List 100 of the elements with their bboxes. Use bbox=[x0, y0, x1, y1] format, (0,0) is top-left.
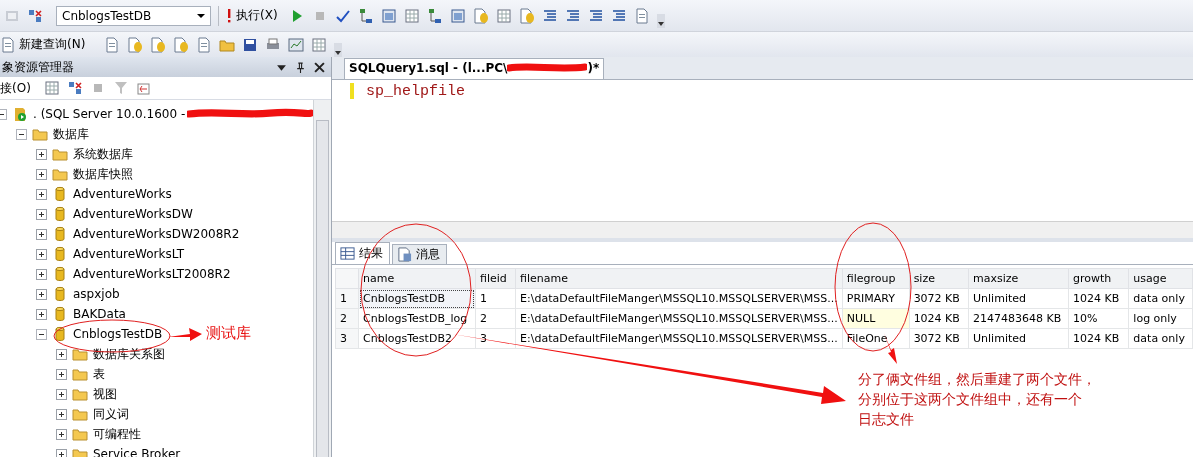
expander-icon[interactable] bbox=[36, 248, 47, 260]
expander-icon[interactable] bbox=[36, 188, 47, 200]
tree-item[interactable]: BAKData bbox=[73, 307, 126, 321]
grid-icon bbox=[340, 246, 355, 261]
table-cell[interactable]: 1024 KB bbox=[909, 308, 969, 329]
database-icon bbox=[52, 226, 68, 242]
tree-item[interactable]: AdventureWorksLT bbox=[73, 247, 185, 261]
connect-icon[interactable] bbox=[27, 7, 43, 24]
database-icon bbox=[52, 326, 68, 342]
exclamation-icon bbox=[226, 8, 232, 23]
tab-suffix: )* bbox=[587, 61, 600, 75]
expander-icon[interactable] bbox=[36, 308, 47, 320]
tree-item[interactable]: 同义词 bbox=[93, 405, 129, 423]
tree-item[interactable]: AdventureWorksLT2008R2 bbox=[73, 267, 231, 281]
expander-icon[interactable] bbox=[56, 448, 67, 457]
editor-tab[interactable]: SQLQuery1.sql - (l...PC\ )* bbox=[344, 58, 605, 79]
folder-icon bbox=[72, 406, 88, 422]
tree-item[interactable]: 数据库 bbox=[53, 125, 89, 143]
tree-item[interactable]: 系统数据库 bbox=[73, 145, 133, 163]
database-icon bbox=[52, 306, 68, 322]
table-cell[interactable]: data only bbox=[1128, 288, 1193, 309]
table-cell[interactable]: FileOne bbox=[842, 328, 910, 349]
tree-item[interactable]: CnblogsTestDB bbox=[73, 327, 163, 341]
document-icon[interactable] bbox=[196, 36, 213, 53]
row-number: 2 bbox=[335, 308, 359, 329]
expander-icon[interactable] bbox=[36, 328, 47, 340]
expander-icon[interactable] bbox=[16, 128, 27, 140]
table-cell[interactable]: Unlimited bbox=[968, 328, 1069, 349]
tree-item[interactable]: . (SQL Server 10.0.1600 - bbox=[33, 107, 186, 121]
table-cell[interactable]: E:\dataDefaultFileManger\MSSQL10.MSSQLSERVER\MSS... bbox=[515, 308, 843, 329]
chart-icon[interactable] bbox=[288, 36, 305, 53]
tree-item[interactable]: 数据库快照 bbox=[73, 165, 133, 183]
expander-icon[interactable] bbox=[56, 388, 67, 400]
results-tab[interactable]: 消息 bbox=[392, 244, 447, 264]
expander-icon[interactable] bbox=[36, 288, 47, 300]
table-cell[interactable]: 1 bbox=[475, 288, 516, 309]
document-icon[interactable] bbox=[104, 36, 121, 53]
table-cell[interactable]: 1024 KB bbox=[1068, 288, 1129, 309]
expander-icon[interactable] bbox=[36, 208, 47, 220]
annotation-note: 分了俩文件组，然后重建了两个文件， bbox=[858, 370, 1096, 389]
column-header[interactable]: name bbox=[358, 268, 476, 289]
results-tab[interactable]: 结果 bbox=[335, 242, 390, 264]
tree-item[interactable]: 可编程性 bbox=[93, 425, 141, 443]
execute-button[interactable]: 执行(X) bbox=[226, 4, 282, 27]
column-header[interactable]: size bbox=[909, 268, 969, 289]
table-cell[interactable]: 2147483648 KB bbox=[968, 308, 1069, 329]
code-line[interactable]: sp_helpfile bbox=[366, 83, 466, 100]
close-icon[interactable] bbox=[314, 61, 325, 73]
disconnect-icon[interactable] bbox=[66, 80, 83, 96]
folder-icon bbox=[32, 126, 48, 142]
table-cell[interactable]: 10% bbox=[1068, 308, 1129, 329]
server-icon bbox=[12, 106, 28, 122]
table-cell[interactable]: data only bbox=[1128, 328, 1193, 349]
table-cell[interactable]: 1024 KB bbox=[1068, 328, 1129, 349]
panel-title: 象资源管理器 bbox=[1, 58, 75, 76]
tree-item[interactable]: AdventureWorksDW bbox=[73, 207, 193, 221]
table-cell[interactable]: E:\dataDefaultFileManger\MSSQL10.MSSQLSERVER\MSS... bbox=[515, 288, 843, 309]
overflow-icon[interactable] bbox=[656, 13, 665, 28]
connect-button[interactable]: 接(O) bbox=[0, 79, 37, 97]
tree-item[interactable]: 表 bbox=[93, 365, 105, 383]
column-header[interactable]: filegroup bbox=[842, 268, 910, 289]
folder-icon bbox=[72, 386, 88, 402]
overflow-icon[interactable] bbox=[334, 42, 343, 57]
tree-item[interactable]: AdventureWorksDW2008R2 bbox=[73, 227, 240, 241]
expander-icon[interactable] bbox=[36, 148, 47, 160]
tree-item[interactable]: AdventureWorks bbox=[73, 187, 172, 201]
save-icon[interactable] bbox=[242, 36, 259, 53]
expander-icon[interactable] bbox=[36, 268, 47, 280]
expander-icon[interactable] bbox=[56, 368, 67, 380]
tree-item[interactable]: aspxjob bbox=[73, 287, 120, 301]
row-number: 3 bbox=[335, 328, 359, 349]
table-cell[interactable]: 3072 KB bbox=[909, 288, 969, 309]
caret-icon bbox=[197, 13, 205, 18]
new-query-button[interactable]: 新建查询(N) bbox=[0, 33, 90, 56]
table-cell[interactable]: PRIMARY bbox=[842, 288, 910, 309]
database-icon bbox=[52, 266, 68, 282]
table-cell[interactable]: CnblogsTestDB2 bbox=[358, 328, 476, 349]
expander-icon[interactable] bbox=[56, 428, 67, 440]
tab-title: SQLQuery1.sql - (l...PC\ bbox=[349, 61, 508, 75]
expander-icon[interactable] bbox=[36, 168, 47, 180]
database-dropdown[interactable]: CnblogsTestDB bbox=[56, 5, 211, 26]
expander-icon[interactable] bbox=[36, 228, 47, 240]
table-cell[interactable]: CnblogsTestDB_log bbox=[358, 308, 476, 329]
column-header[interactable]: usage bbox=[1128, 268, 1193, 289]
row-number: 1 bbox=[335, 288, 359, 309]
tree-item[interactable]: 视图 bbox=[93, 385, 117, 403]
table-cell[interactable]: E:\dataDefaultFileManger\MSSQL10.MSSQLSERVER\MSS... bbox=[515, 328, 843, 349]
database-icon bbox=[52, 206, 68, 222]
table-cell[interactable]: 2 bbox=[475, 308, 516, 329]
column-header[interactable]: maxsize bbox=[968, 268, 1069, 289]
expander-icon[interactable] bbox=[56, 348, 67, 360]
table-cell[interactable]: log only bbox=[1128, 308, 1193, 329]
column-header[interactable]: growth bbox=[1068, 268, 1129, 289]
table-cell[interactable]: Unlimited bbox=[968, 288, 1069, 309]
annotation-label: 测试库 bbox=[206, 324, 251, 343]
expander-icon[interactable] bbox=[56, 408, 67, 420]
column-header[interactable]: fileid bbox=[475, 268, 516, 289]
table-cell[interactable]: 3072 KB bbox=[909, 328, 969, 349]
column-header[interactable]: filename bbox=[515, 268, 843, 289]
pin-icon[interactable] bbox=[295, 61, 306, 73]
